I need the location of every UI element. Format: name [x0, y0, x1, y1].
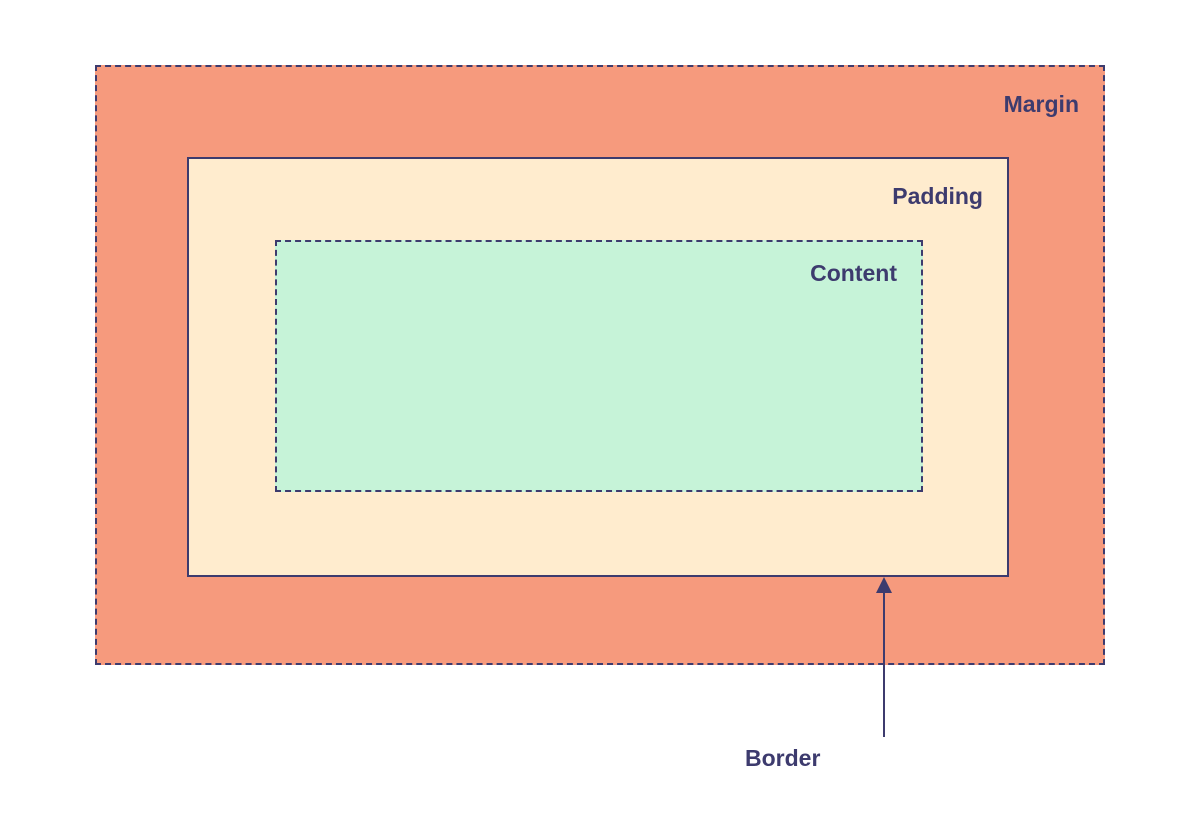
- border-arrow: [865, 577, 905, 737]
- arrow-line: [883, 587, 885, 737]
- padding-label: Padding: [892, 183, 983, 210]
- margin-label: Margin: [1004, 91, 1079, 118]
- content-label: Content: [810, 260, 897, 287]
- content-box: Content: [275, 240, 923, 492]
- box-model-diagram: Margin Padding Content: [95, 65, 1105, 665]
- border-label: Border: [745, 745, 820, 772]
